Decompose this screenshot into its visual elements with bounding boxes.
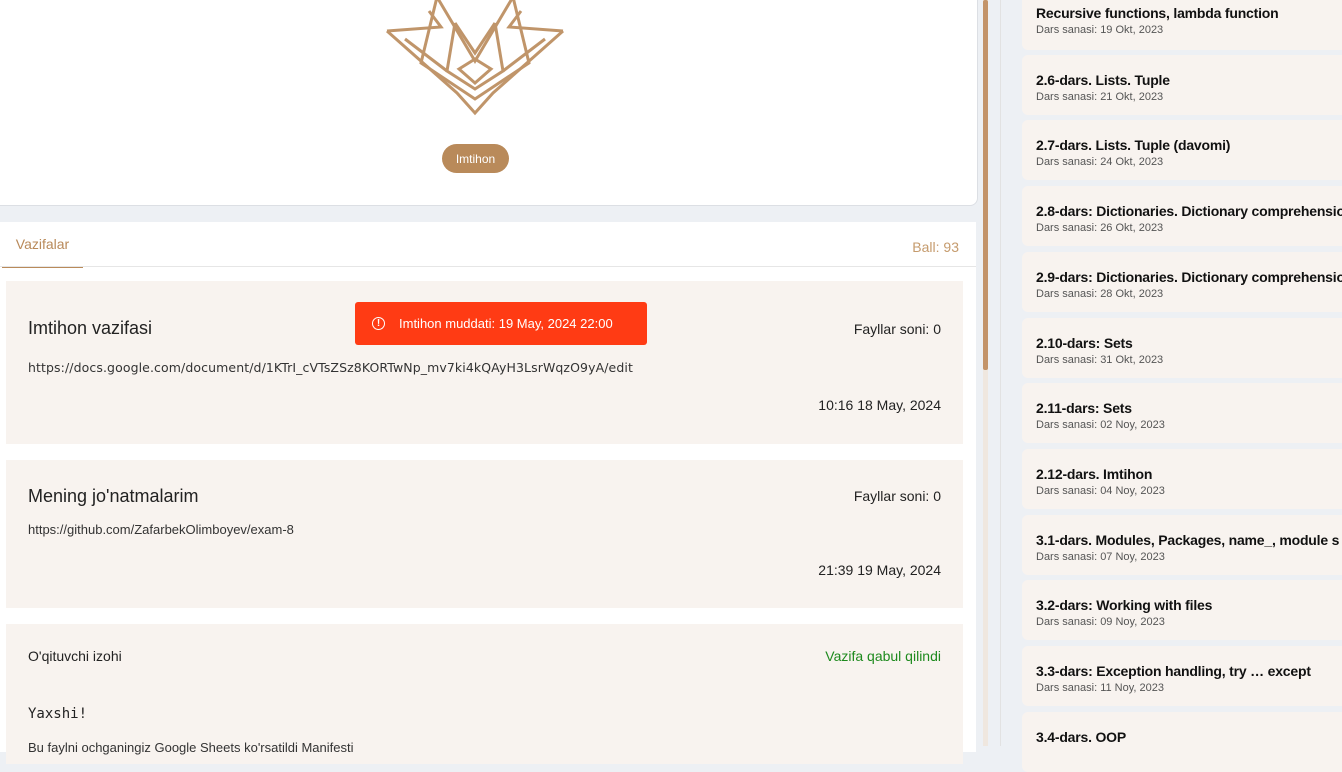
lesson-item[interactable]: 2.12-dars. Imtihon Dars sanasi: 04 Noy, … <box>1022 449 1342 509</box>
submission-time: 21:39 19 May, 2024 <box>818 562 941 578</box>
lesson-title: 2.8-dars: Dictionaries. Dictionary compr… <box>1036 203 1342 219</box>
submission-card: Mening jo'natmalarim Fayllar soni: 0 htt… <box>6 460 963 608</box>
tabs-divider <box>0 266 976 267</box>
score-label: Ball: 93 <box>912 239 959 255</box>
submission-link[interactable]: https://github.com/ZafarbekOlimboyev/exa… <box>28 522 294 537</box>
lesson-header-card: Imtihon <box>0 0 978 206</box>
task-files-count: Fayllar soni: 0 <box>853 321 941 337</box>
teacher-comment-card: O'qituvchi izohi Vazifa qabul qilindi Ya… <box>6 624 963 764</box>
lesson-item[interactable]: 3.3-dars: Exception handling, try … exce… <box>1022 646 1342 706</box>
sidebar-divider <box>1000 0 1001 746</box>
alert-circle-icon: ! <box>372 317 385 330</box>
exam-badge[interactable]: Imtihon <box>442 144 509 173</box>
lesson-title: 3.4-dars. OOP <box>1036 729 1126 745</box>
lesson-item[interactable]: 2.8-dars: Dictionaries. Dictionary compr… <box>1022 186 1342 246</box>
lesson-date: Dars sanasi: 21 Okt, 2023 <box>1036 91 1164 103</box>
task-card: Imtihon vazifasi ! Imtihon muddati: 19 M… <box>6 281 963 444</box>
lesson-date: Dars sanasi: 31 Okt, 2023 <box>1036 354 1164 366</box>
teacher-comment-text-2: Bu faylni ochganingiz Google Sheets ko'r… <box>28 740 354 755</box>
lesson-item[interactable]: 3.1-dars. Modules, Packages, name_, modu… <box>1022 515 1342 575</box>
lesson-date: Dars sanasi: 07 Noy, 2023 <box>1036 551 1165 563</box>
lesson-date: Dars sanasi: 28 Okt, 2023 <box>1036 288 1164 300</box>
lesson-title: 2.11-dars: Sets <box>1036 400 1132 416</box>
lesson-title: 3.1-dars. Modules, Packages, name_, modu… <box>1036 532 1340 548</box>
task-link[interactable]: https://docs.google.com/document/d/1KTrI… <box>28 360 633 375</box>
tasks-panel: Vazifalar Ball: 93 Imtihon vazifasi ! Im… <box>0 222 976 764</box>
lesson-item[interactable]: 2.6-dars. Lists. Tuple Dars sanasi: 21 O… <box>1022 55 1342 115</box>
lesson-title: 2.9-dars: Dictionaries. Dictionary compr… <box>1036 269 1342 285</box>
lesson-item[interactable]: 2.11-dars: Sets Dars sanasi: 02 Noy, 202… <box>1022 383 1342 443</box>
submission-title: Mening jo'natmalarim <box>28 486 199 506</box>
lesson-date: Dars sanasi: 19 Okt, 2023 <box>1036 24 1164 36</box>
lesson-item[interactable]: Recursive functions, lambda function Dar… <box>1022 0 1342 50</box>
lesson-title: 2.6-dars. Lists. Tuple <box>1036 72 1170 88</box>
lesson-title: 3.3-dars: Exception handling, try … exce… <box>1036 663 1311 679</box>
lesson-item[interactable]: 2.10-dars: Sets Dars sanasi: 31 Okt, 202… <box>1022 318 1342 378</box>
scrollbar-thumb[interactable] <box>983 0 988 370</box>
lesson-title: 3.2-dars: Working with files <box>1036 597 1213 613</box>
deadline-alert: ! Imtihon muddati: 19 May, 2024 22:00 <box>355 302 647 345</box>
lesson-title: 2.12-dars. Imtihon <box>1036 466 1153 482</box>
accepted-status: Vazifa qabul qilindi <box>825 648 941 664</box>
task-time: 10:16 18 May, 2024 <box>818 397 941 413</box>
lesson-item[interactable]: 2.7-dars. Lists. Tuple (davomi) Dars san… <box>1022 120 1342 180</box>
lesson-item[interactable]: 3.2-dars: Working with files Dars sanasi… <box>1022 580 1342 640</box>
lesson-item[interactable]: 2.9-dars: Dictionaries. Dictionary compr… <box>1022 252 1342 312</box>
lesson-date: Dars sanasi: 24 Okt, 2023 <box>1036 156 1164 168</box>
lesson-date: Dars sanasi: 26 Okt, 2023 <box>1036 222 1164 234</box>
lesson-date: Dars sanasi: 09 Noy, 2023 <box>1036 616 1165 628</box>
lesson-title: 2.10-dars: Sets <box>1036 335 1133 351</box>
lesson-date: Dars sanasi: 11 Noy, 2023 <box>1036 682 1164 694</box>
lesson-date: Dars sanasi: 02 Noy, 2023 <box>1036 419 1165 431</box>
tab-vazifalar[interactable]: Vazifalar <box>2 222 83 268</box>
submission-files-count: Fayllar soni: 0 <box>853 488 941 504</box>
deadline-text: Imtihon muddati: 19 May, 2024 22:00 <box>399 316 613 331</box>
teacher-comment-label: O'qituvchi izohi <box>28 648 122 664</box>
lesson-title: Recursive functions, lambda function <box>1036 5 1279 21</box>
lesson-date: Dars sanasi: 04 Noy, 2023 <box>1036 485 1165 497</box>
teacher-comment-text: Yaxshi! <box>28 706 88 722</box>
lesson-title: 2.7-dars. Lists. Tuple (davomi) <box>1036 137 1231 153</box>
lesson-item[interactable]: 3.4-dars. OOP <box>1022 712 1342 772</box>
task-title: Imtihon vazifasi <box>28 318 153 338</box>
brand-logo-icon <box>386 0 564 116</box>
